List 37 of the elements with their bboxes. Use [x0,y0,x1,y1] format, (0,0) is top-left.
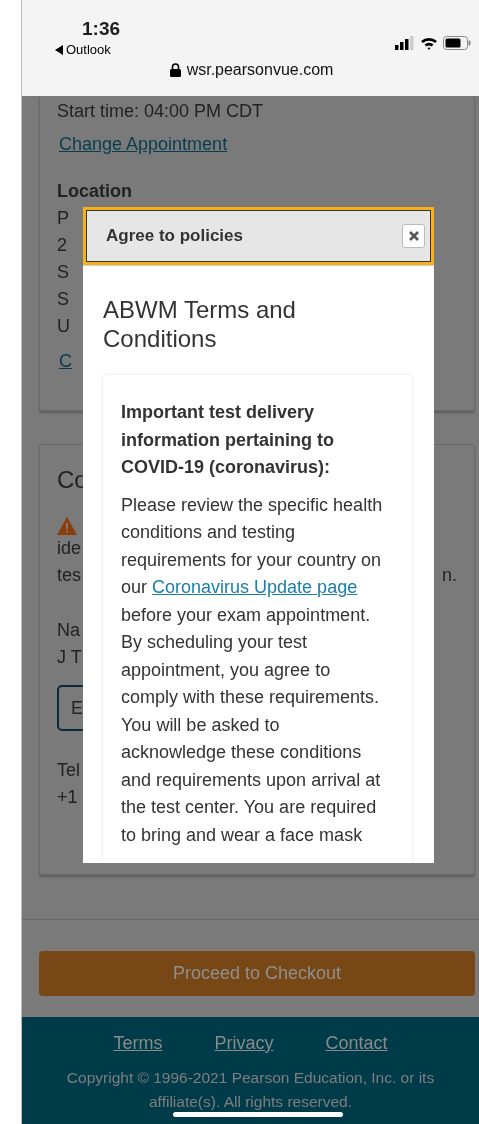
address-line: S [57,288,69,311]
footer-link[interactable]: Privacy [214,1033,274,1054]
notice-heading: Important test delivery information pertaining to COVID-19 (coronavirus): [121,401,335,479]
copyright-text: Copyright © 1996-2021 Pearson Education, Inc. or its affiliate(s). All rights reserved. [65,1068,436,1112]
clock-time: 1:36 [81,18,121,40]
phone-label: Tel [57,759,80,782]
signal-icon [395,35,415,50]
footer-link[interactable]: Terms [113,1033,163,1054]
notice-text: ide [57,537,82,560]
terms-paragraph: Please review the specific health conditions and testing requirements for your country on our Coronavirus Update page before your exam appointment. By scheduling your test appointment, you agree to comply with these requirements. You will be asked to acknowledge these conditions and requirements upon arrival at the test center. You are required to bring and wear a face mask [121,493,384,847]
warning-icon [57,517,77,535]
coronavirus-update-link[interactable]: Coronavirus Update page [152,577,358,597]
close-icon [408,231,419,241]
back-link[interactable]: Outlook [42,42,121,57]
address-line: S [57,261,69,284]
name-value: J T [57,646,82,669]
footer-link[interactable]: Contact [325,1033,388,1054]
wifi-icon [420,35,438,50]
checkout-button[interactable]: Proceed to Checkout [39,951,475,996]
start-time-text: Start time: 04:00 PM CDT [57,100,264,123]
dialog-heading: ABWM Terms and Conditions [103,295,297,353]
phone-value: +1 [57,786,78,809]
battery-icon [443,35,471,50]
name-label: Na [57,619,80,642]
notice-text: n. [442,564,457,587]
notice-text: tes [57,564,81,587]
url-text: wsr.pearsonvue.com [186,61,334,79]
address-line: P [57,207,69,230]
address-bar[interactable]: wsr.pearsonvue.com [42,61,471,79]
lock-icon [169,63,181,77]
back-arrow-icon [55,44,63,55]
location-heading: Location [57,180,132,203]
address-line: U [57,315,70,338]
close-button[interactable] [402,224,425,248]
address-line: 2 [57,234,67,257]
dialog-title: Agree to policies [106,226,243,246]
change-appointment-link[interactable]: Change Appointment [59,131,457,158]
